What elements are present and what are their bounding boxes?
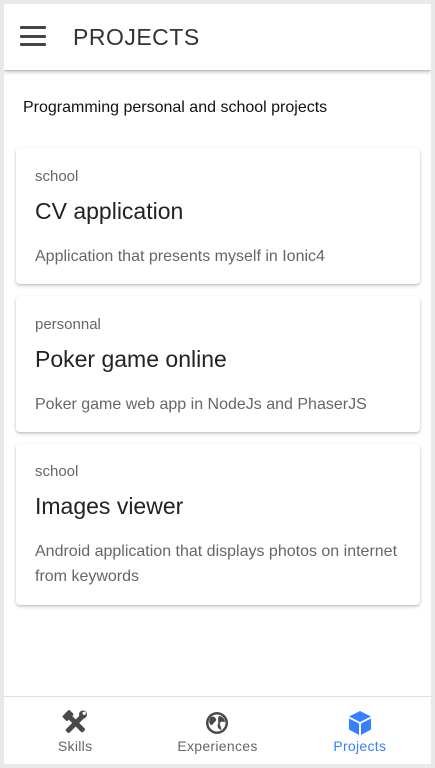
bottom-tab-bar: Skills Experiences Projects — [4, 696, 431, 764]
tab-experiences[interactable]: Experiences — [146, 697, 288, 764]
project-card[interactable]: personnal Poker game online Poker game w… — [16, 296, 420, 432]
card-description: Poker game web app in NodeJs and PhaserJ… — [35, 396, 367, 413]
card-subtitle: school — [35, 463, 79, 480]
tab-projects-label: Projects — [333, 738, 387, 754]
globe-icon — [206, 712, 229, 734]
card-description: Android application that displays photos… — [35, 543, 398, 585]
card-description: Application that presents myself in Ioni… — [35, 248, 325, 265]
card-subtitle: school — [35, 168, 79, 185]
header-toolbar: PROJECTS — [4, 4, 431, 70]
tab-skills[interactable]: Skills — [4, 697, 146, 764]
tab-projects[interactable]: Projects — [289, 697, 431, 764]
app-frame: PROJECTS Programming personal and school… — [4, 4, 431, 764]
page-intro: Programming personal and school projects — [23, 99, 328, 116]
main-content[interactable]: Programming personal and school projects… — [4, 70, 431, 696]
project-card[interactable]: school CV application Application that p… — [16, 148, 420, 284]
project-card[interactable]: school Images viewer Android application… — [16, 444, 420, 605]
card-title: CV application — [35, 198, 184, 224]
menu-icon[interactable] — [20, 26, 46, 46]
cube-icon — [348, 711, 371, 735]
card-title: Images viewer — [35, 493, 184, 519]
tab-skills-label: Skills — [57, 738, 93, 754]
hammer-wrench-icon — [62, 710, 88, 733]
card-title: Poker game online — [35, 346, 227, 372]
tab-experiences-label: Experiences — [177, 738, 258, 754]
page-title: PROJECTS — [73, 24, 200, 50]
card-subtitle: personnal — [35, 316, 101, 333]
